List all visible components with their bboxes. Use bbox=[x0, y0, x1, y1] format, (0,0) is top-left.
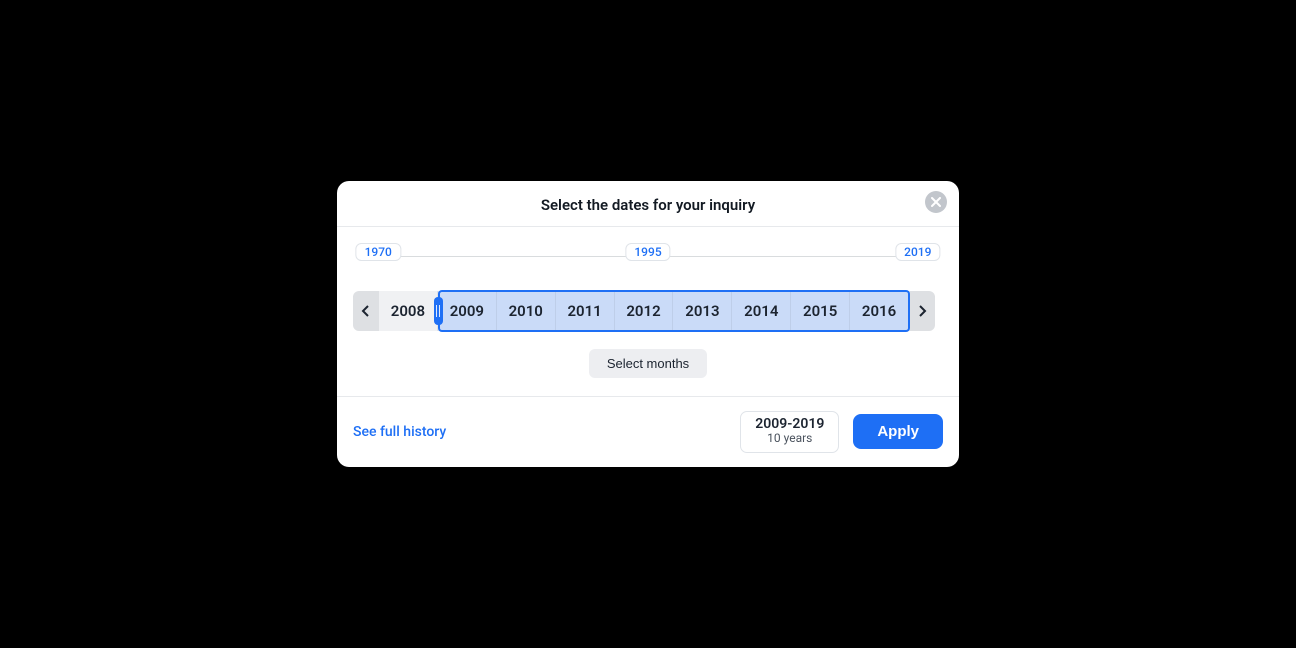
range-summary: 2009-2019 10 years bbox=[740, 411, 839, 453]
timeline-tick-end: 2019 bbox=[895, 243, 940, 261]
see-full-history-link[interactable]: See full history bbox=[353, 424, 446, 440]
close-button[interactable] bbox=[925, 191, 947, 213]
apply-button[interactable]: Apply bbox=[853, 414, 943, 449]
year-cell[interactable]: 2008 bbox=[379, 291, 438, 331]
scroll-left-button[interactable] bbox=[353, 291, 379, 331]
range-summary-value: 2009-2019 bbox=[755, 416, 824, 432]
range-summary-sub: 10 years bbox=[755, 432, 824, 446]
modal-title: Select the dates for your inquiry bbox=[541, 196, 755, 214]
chevron-right-icon bbox=[917, 305, 927, 317]
year-cell[interactable]: 2009 bbox=[438, 291, 497, 331]
chevron-left-icon bbox=[361, 305, 371, 317]
timeline-rail[interactable]: 1970 1995 2019 bbox=[361, 249, 935, 265]
selected-range: 2009 2010 2011 2012 2013 2014 2015 2016 bbox=[438, 291, 909, 331]
modal-footer: See full history 2009-2019 10 years Appl… bbox=[337, 396, 959, 467]
year-cell[interactable]: 2014 bbox=[732, 291, 791, 331]
year-row: 2008 2009 2010 2011 2012 2013 2014 2015 … bbox=[353, 291, 943, 331]
timeline-tick-mid: 1995 bbox=[625, 243, 670, 261]
year-cell[interactable]: 2013 bbox=[673, 291, 732, 331]
modal-header: Select the dates for your inquiry bbox=[337, 181, 959, 227]
scroll-right-button[interactable] bbox=[909, 291, 935, 331]
select-months-button[interactable]: Select months bbox=[589, 349, 707, 378]
year-cell[interactable]: 2010 bbox=[497, 291, 556, 331]
modal-body: 1970 1995 2019 2008 2009 2010 2011 2012 … bbox=[337, 227, 959, 396]
close-icon bbox=[931, 197, 941, 207]
year-cell[interactable]: 2012 bbox=[615, 291, 674, 331]
year-cell[interactable]: 2016 bbox=[850, 291, 909, 331]
timeline-tick-start: 1970 bbox=[356, 243, 401, 261]
year-cell[interactable]: 2011 bbox=[556, 291, 615, 331]
year-cell[interactable]: 2015 bbox=[791, 291, 850, 331]
footer-right: 2009-2019 10 years Apply bbox=[740, 411, 943, 453]
date-range-modal: Select the dates for your inquiry 1970 1… bbox=[337, 181, 959, 467]
range-handle-left[interactable] bbox=[434, 297, 443, 325]
